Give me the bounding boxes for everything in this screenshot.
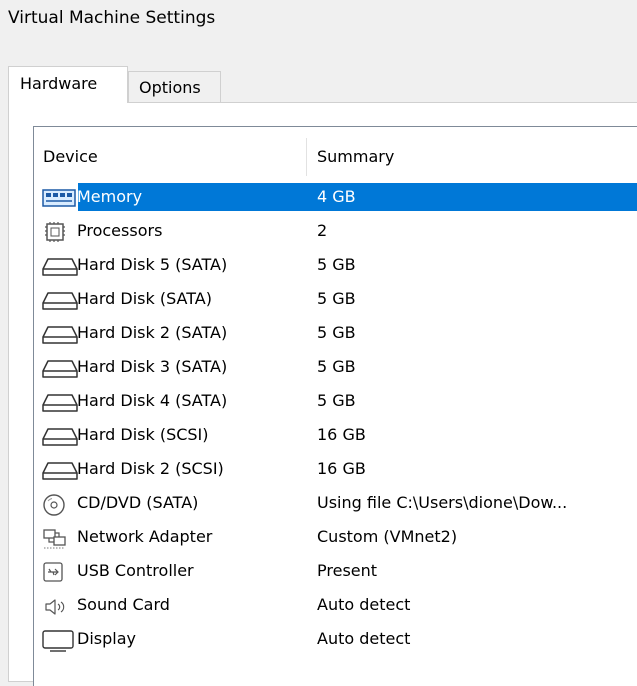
device-name: Processors <box>77 221 163 240</box>
device-summary: 16 GB <box>317 459 366 478</box>
device-name: Display <box>77 629 136 648</box>
device-summary: 4 GB <box>317 187 356 206</box>
hard-disk-icon <box>42 360 78 378</box>
column-header-summary[interactable]: Summary <box>317 147 394 166</box>
device-row-hard-disk-sata[interactable]: Hard Disk (SATA) 5 GB <box>34 285 637 319</box>
device-summary: 5 GB <box>317 357 356 376</box>
device-row-network-adapter[interactable]: Network Adapter Custom (VMnet2) <box>34 523 637 557</box>
device-name: Hard Disk (SATA) <box>77 289 212 308</box>
device-summary: 5 GB <box>317 391 356 410</box>
device-row-hard-disk-4-sata[interactable]: Hard Disk 4 (SATA) 5 GB <box>34 387 637 421</box>
hard-disk-icon <box>42 258 78 276</box>
device-summary: Using file C:\Users\dione\Dow... <box>317 493 568 512</box>
usb-icon <box>43 562 63 582</box>
device-summary: 5 GB <box>317 323 356 342</box>
hard-disk-icon <box>42 326 78 344</box>
device-row-hard-disk-2-sata[interactable]: Hard Disk 2 (SATA) 5 GB <box>34 319 637 353</box>
device-summary: Present <box>317 561 378 580</box>
hard-disk-icon <box>42 394 78 412</box>
device-row-memory[interactable]: Memory 4 GB <box>34 183 637 217</box>
device-name: Hard Disk 5 (SATA) <box>77 255 228 274</box>
column-header-device[interactable]: Device <box>43 147 98 166</box>
device-summary: Auto detect <box>317 595 411 614</box>
device-row-display[interactable]: Display Auto detect <box>34 625 637 659</box>
device-row-sound-card[interactable]: Sound Card Auto detect <box>34 591 637 625</box>
device-summary: Auto detect <box>317 629 411 648</box>
device-name: CD/DVD (SATA) <box>77 493 199 512</box>
monitor-icon <box>42 630 74 652</box>
device-name: Network Adapter <box>77 527 213 546</box>
device-name: Hard Disk 3 (SATA) <box>77 357 228 376</box>
device-summary: 5 GB <box>317 255 356 274</box>
device-row-hard-disk-2-scsi[interactable]: Hard Disk 2 (SCSI) 16 GB <box>34 455 637 489</box>
cd-dvd-icon <box>43 494 65 516</box>
hard-disk-icon <box>42 462 78 480</box>
hard-disk-icon <box>42 428 78 446</box>
device-name: Hard Disk 2 (SCSI) <box>77 459 224 478</box>
column-divider[interactable] <box>306 138 307 176</box>
device-summary: 16 GB <box>317 425 366 444</box>
device-name: Hard Disk (SCSI) <box>77 425 209 444</box>
device-name: Memory <box>77 187 143 206</box>
tab-options[interactable]: Options <box>128 71 221 103</box>
hard-disk-icon <box>42 292 78 310</box>
tab-bar: Hardware Options <box>0 66 637 103</box>
device-name: Hard Disk 2 (SATA) <box>77 323 228 342</box>
device-name: USB Controller <box>77 561 194 580</box>
device-summary: Custom (VMnet2) <box>317 527 458 546</box>
memory-icon <box>42 189 76 207</box>
window-title: Virtual Machine Settings <box>8 8 216 28</box>
device-summary: 5 GB <box>317 289 356 308</box>
processor-icon <box>45 222 65 242</box>
device-row-hard-disk-scsi[interactable]: Hard Disk (SCSI) 16 GB <box>34 421 637 455</box>
speaker-icon <box>45 599 65 615</box>
device-summary: 2 <box>317 221 328 240</box>
device-name: Hard Disk 4 (SATA) <box>77 391 228 410</box>
device-row-hard-disk-5-sata[interactable]: Hard Disk 5 (SATA) 5 GB <box>34 251 637 285</box>
device-row-usb-controller[interactable]: USB Controller Present <box>34 557 637 591</box>
network-adapter-icon <box>43 529 66 549</box>
device-row-hard-disk-3-sata[interactable]: Hard Disk 3 (SATA) 5 GB <box>34 353 637 387</box>
device-name: Sound Card <box>77 595 170 614</box>
device-row-processors[interactable]: Processors 2 <box>34 217 637 251</box>
tab-hardware[interactable]: Hardware <box>8 66 128 103</box>
device-row-cd-dvd-sata[interactable]: CD/DVD (SATA) Using file C:\Users\dione\… <box>34 489 637 523</box>
